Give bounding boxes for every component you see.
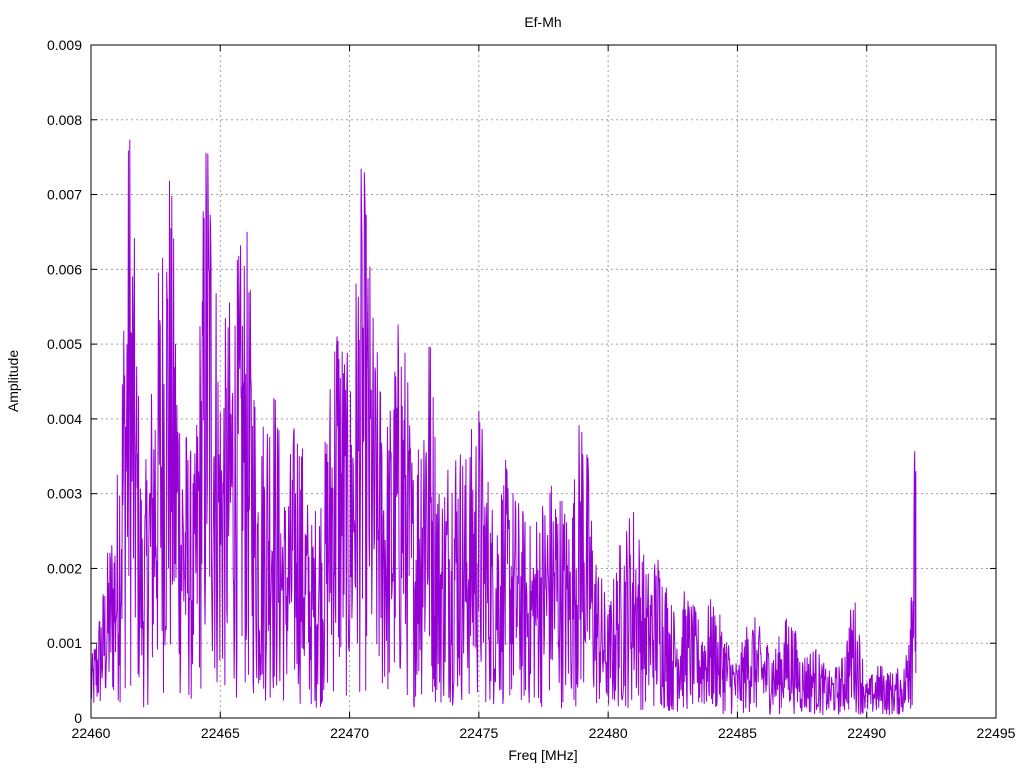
x-tick-label: 22480 [589, 725, 628, 741]
y-tick-label: 0.004 [47, 411, 82, 427]
x-tick-label: 22490 [847, 725, 886, 741]
y-tick-label: 0.001 [47, 635, 82, 651]
y-tick-label: 0.003 [47, 486, 82, 502]
chart-title: Ef-Mh [524, 14, 561, 30]
y-tick-label: 0.009 [47, 37, 82, 53]
y-tick-label: 0.005 [47, 336, 82, 352]
x-tick-label: 22485 [718, 725, 757, 741]
y-tick-label: 0 [74, 710, 82, 726]
x-tick-label: 22475 [459, 725, 498, 741]
spectrum-chart: Ef-Mh 22460 22465 22470 22475 22480 22485 2249… [5, 14, 1016, 763]
y-tick-label: 0.002 [47, 560, 82, 576]
series-layer [90, 139, 917, 716]
x-tick-label: 22470 [330, 725, 369, 741]
series-line-0 [90, 139, 917, 716]
y-axis-label: Amplitude [5, 350, 21, 412]
y-tick-label: 0.008 [47, 112, 82, 128]
x-tick-label: 22465 [201, 725, 240, 741]
x-tick-label: 22460 [72, 725, 111, 741]
y-tick-label: 0.007 [47, 187, 82, 203]
x-axis-label: Freq [MHz] [508, 747, 577, 763]
x-tick-label: 22495 [977, 725, 1016, 741]
y-tick-label: 0.006 [47, 261, 82, 277]
